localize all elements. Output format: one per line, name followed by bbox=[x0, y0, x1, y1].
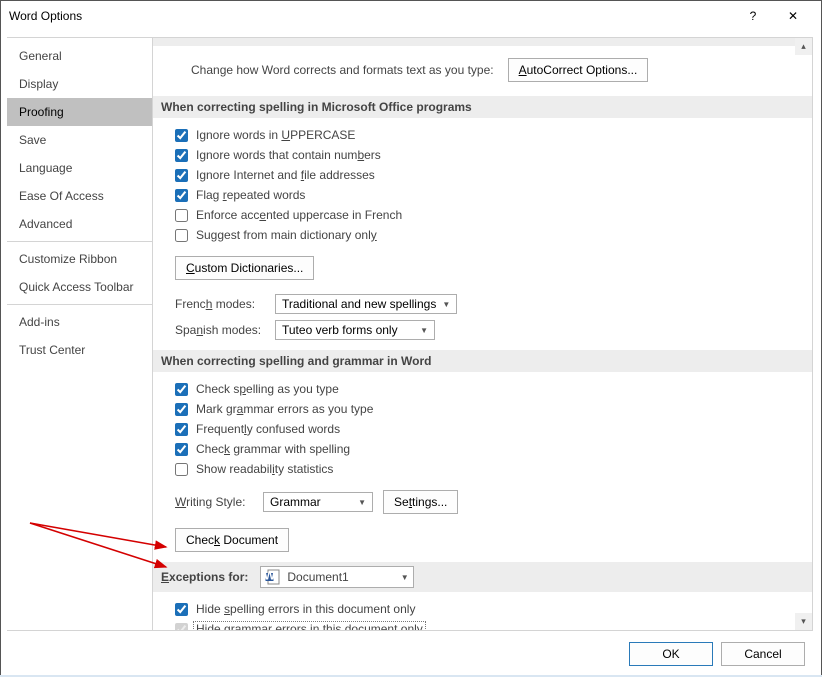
scroll-up-button[interactable]: ▴ bbox=[795, 38, 812, 55]
chevron-down-icon: ▼ bbox=[358, 498, 366, 507]
writing-style-label: Writing Style: bbox=[175, 495, 253, 509]
chevron-down-icon: ▼ bbox=[442, 300, 450, 309]
spanish-modes-label: Spanish modes: bbox=[175, 323, 265, 337]
sidebar-item-quick-access-toolbar[interactable]: Quick Access Toolbar bbox=[7, 273, 152, 301]
close-button[interactable]: ✕ bbox=[773, 2, 813, 30]
french-modes-label: French modes: bbox=[175, 297, 265, 311]
close-icon: ✕ bbox=[788, 9, 798, 23]
section-header-word-spelling: When correcting spelling and grammar in … bbox=[153, 350, 812, 372]
word-doc-icon: W bbox=[265, 569, 281, 585]
ignore-uppercase-label: Ignore words in UPPERCASE bbox=[196, 128, 355, 142]
ignore-numbers-checkbox[interactable] bbox=[175, 149, 188, 162]
mark-grammar-label: Mark grammar errors as you type bbox=[196, 402, 373, 416]
french-modes-dropdown[interactable]: Traditional and new spellings▼ bbox=[275, 294, 457, 314]
check-spelling-checkbox[interactable] bbox=[175, 383, 188, 396]
readability-label: Show readability statistics bbox=[196, 462, 333, 476]
scroll-down-button[interactable]: ▾ bbox=[795, 613, 812, 630]
hide-grammar-errors-label: Hide grammar errors in this document onl… bbox=[196, 622, 425, 630]
sidebar-separator bbox=[7, 241, 152, 242]
ignore-numbers-label: Ignore words that contain numbers bbox=[196, 148, 381, 162]
check-document-button[interactable]: Check Document bbox=[175, 528, 289, 552]
sidebar-item-ease-of-access[interactable]: Ease Of Access bbox=[7, 182, 152, 210]
enforce-french-checkbox[interactable] bbox=[175, 209, 188, 222]
hide-spelling-errors-label: Hide spelling errors in this document on… bbox=[196, 602, 415, 616]
sidebar: General Display Proofing Save Language E… bbox=[7, 37, 152, 631]
section-header-exceptions: Exceptions for: W Document1 ▼ bbox=[153, 562, 812, 592]
hide-grammar-errors-checkbox[interactable] bbox=[175, 623, 188, 631]
check-grammar-with-spelling-label: Check grammar with spelling bbox=[196, 442, 350, 456]
sidebar-item-customize-ribbon[interactable]: Customize Ribbon bbox=[7, 245, 152, 273]
autocorrect-intro-text: Change how Word corrects and formats tex… bbox=[191, 63, 494, 77]
sidebar-item-language[interactable]: Language bbox=[7, 154, 152, 182]
chevron-down-icon: ▼ bbox=[420, 326, 428, 335]
ignore-internet-checkbox[interactable] bbox=[175, 169, 188, 182]
sidebar-item-general[interactable]: General bbox=[7, 42, 152, 70]
frequently-confused-label: Frequently confused words bbox=[196, 422, 340, 436]
content-pane: Change how Word corrects and formats tex… bbox=[153, 38, 812, 630]
frequently-confused-checkbox[interactable] bbox=[175, 423, 188, 436]
check-spelling-label: Check spelling as you type bbox=[196, 382, 339, 396]
sidebar-item-proofing[interactable]: Proofing bbox=[7, 98, 152, 126]
help-button[interactable]: ? bbox=[733, 2, 773, 30]
sidebar-item-display[interactable]: Display bbox=[7, 70, 152, 98]
hide-spelling-errors-checkbox[interactable] bbox=[175, 603, 188, 616]
ok-button[interactable]: OK bbox=[629, 642, 713, 666]
settings-button[interactable]: Settings... bbox=[383, 490, 458, 514]
dialog-title: Word Options bbox=[9, 9, 733, 23]
suggest-main-checkbox[interactable] bbox=[175, 229, 188, 242]
readability-checkbox[interactable] bbox=[175, 463, 188, 476]
cancel-button[interactable]: Cancel bbox=[721, 642, 805, 666]
sidebar-item-advanced[interactable]: Advanced bbox=[7, 210, 152, 238]
question-icon: ? bbox=[750, 9, 757, 23]
suggest-main-label: Suggest from main dictionary only bbox=[196, 228, 377, 242]
sidebar-separator bbox=[7, 304, 152, 305]
writing-style-dropdown[interactable]: Grammar▼ bbox=[263, 492, 373, 512]
section-header-office-spelling: When correcting spelling in Microsoft Of… bbox=[153, 96, 812, 118]
autocorrect-options-button[interactable]: AutoCorrect Options... bbox=[508, 58, 649, 82]
ignore-uppercase-checkbox[interactable] bbox=[175, 129, 188, 142]
enforce-french-label: Enforce accented uppercase in French bbox=[196, 208, 402, 222]
exceptions-document-dropdown[interactable]: W Document1 ▼ bbox=[260, 566, 413, 588]
chevron-down-icon: ▼ bbox=[401, 573, 409, 582]
custom-dictionaries-button[interactable]: Custom Dictionaries... bbox=[175, 256, 314, 280]
sidebar-item-save[interactable]: Save bbox=[7, 126, 152, 154]
mark-grammar-checkbox[interactable] bbox=[175, 403, 188, 416]
svg-text:W: W bbox=[265, 569, 276, 583]
ignore-internet-label: Ignore Internet and file addresses bbox=[196, 168, 375, 182]
flag-repeated-checkbox[interactable] bbox=[175, 189, 188, 202]
check-grammar-with-spelling-checkbox[interactable] bbox=[175, 443, 188, 456]
sidebar-item-add-ins[interactable]: Add-ins bbox=[7, 308, 152, 336]
spanish-modes-dropdown[interactable]: Tuteo verb forms only▼ bbox=[275, 320, 435, 340]
flag-repeated-label: Flag repeated words bbox=[196, 188, 305, 202]
sidebar-item-trust-center[interactable]: Trust Center bbox=[7, 336, 152, 364]
